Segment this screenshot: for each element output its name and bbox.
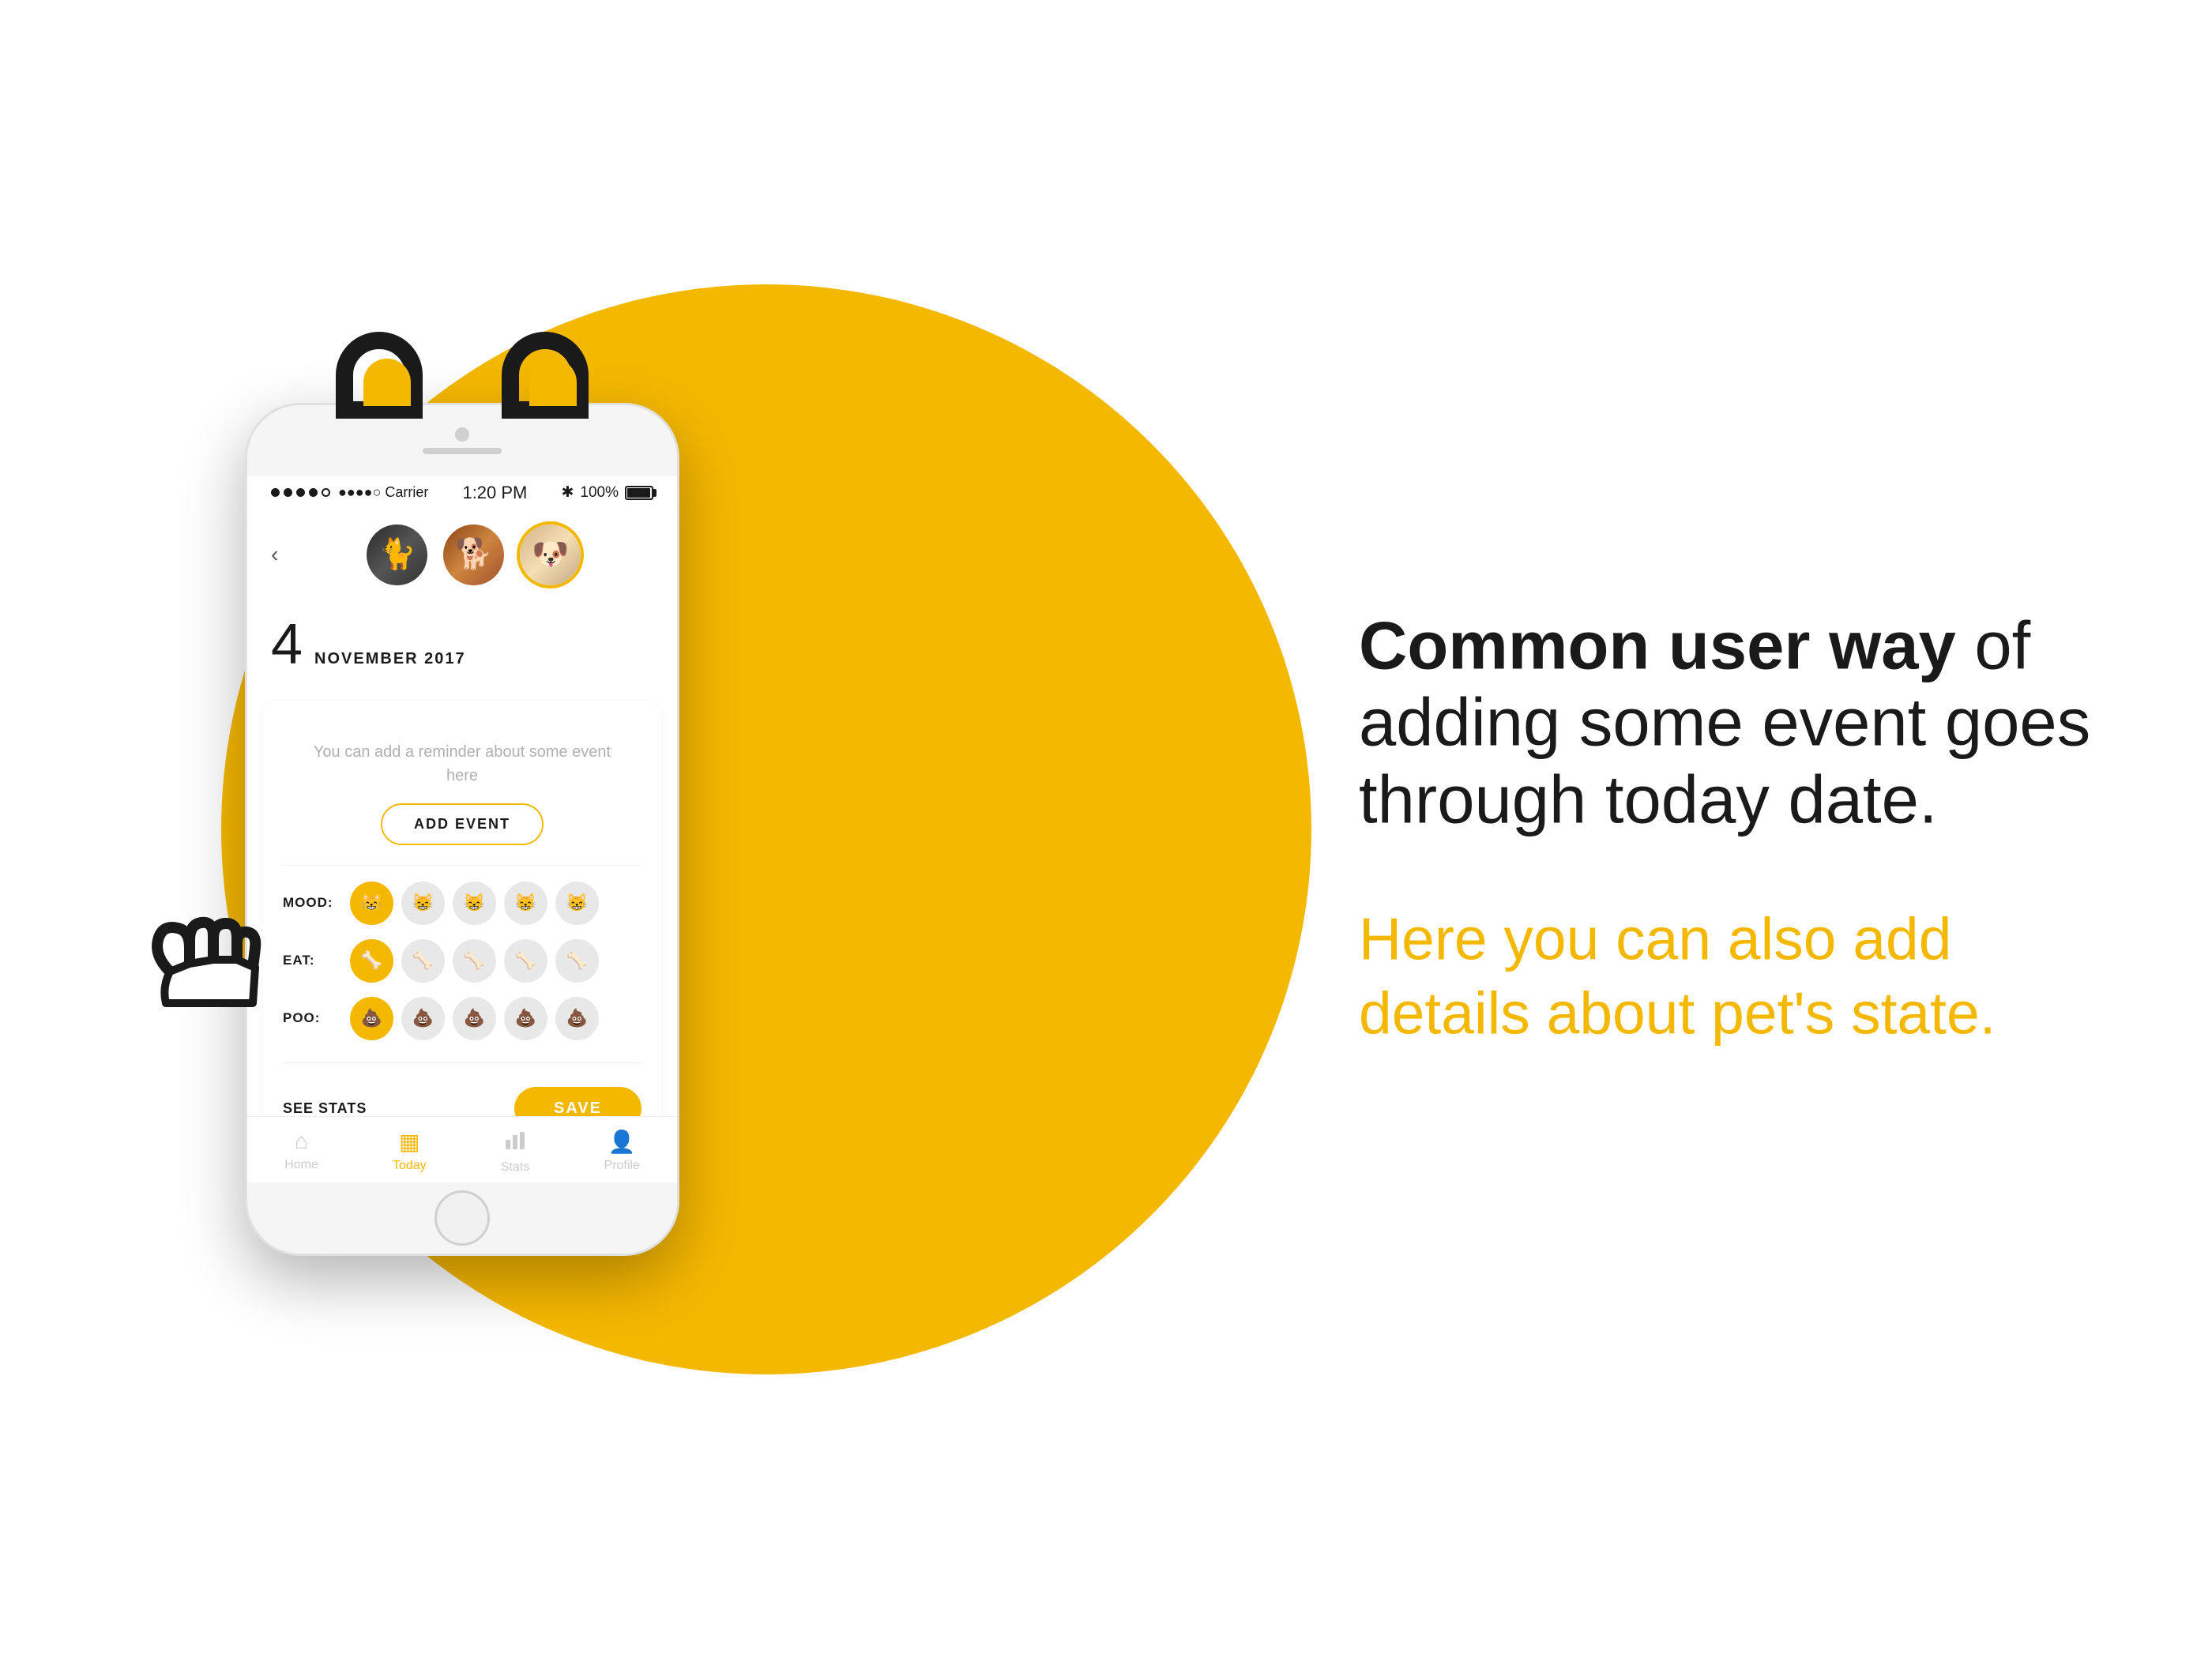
- eat-option-1[interactable]: 🦴: [350, 939, 393, 983]
- cat-ears-decoration: [312, 324, 612, 419]
- battery-area: ✱ 100%: [561, 483, 653, 502]
- mood-option-5[interactable]: 😸: [555, 882, 599, 925]
- eat-tracker-row: EAT: 🦴 🦴 🦴 🦴 🦴: [283, 939, 641, 983]
- profile-icon: 👤: [608, 1129, 636, 1155]
- back-button[interactable]: ‹: [271, 542, 278, 567]
- dog-avatar-image: 🐕: [443, 524, 504, 585]
- phone-screen: ●●●●○ Carrier 1:20 PM ✱ 100% ‹ 🐈: [247, 405, 677, 1254]
- left-ear-inner: [363, 359, 411, 406]
- right-ear: [502, 332, 589, 419]
- signal-dot-3: [296, 488, 305, 497]
- tracker-section: MOOD: 😸 😸 😸 😸 😸 EAT: 🦴: [283, 866, 641, 1062]
- signal-dot-5: [322, 488, 330, 497]
- right-ear-inner: [529, 359, 577, 406]
- mood-option-1[interactable]: 😸: [350, 882, 393, 925]
- mood-options: 😸 😸 😸 😸 😸: [350, 882, 641, 925]
- poo-tracker-row: POO: 💩 💩 💩 💩 💩: [283, 997, 641, 1040]
- home-label: Home: [284, 1158, 318, 1172]
- cat-avatar-image: 🐈: [367, 524, 427, 585]
- stats-label: Stats: [501, 1160, 529, 1175]
- pet-avatar-puppy[interactable]: 🐶: [517, 521, 584, 588]
- carrier-label: ●●●●○ Carrier: [338, 484, 428, 501]
- battery-percent: 100%: [580, 484, 619, 502]
- poo-option-4[interactable]: 💩: [504, 997, 547, 1040]
- today-label: Today: [393, 1159, 427, 1173]
- reminder-section: You can add a reminder about some event …: [283, 724, 641, 866]
- see-stats-button[interactable]: SEE STATS: [283, 1100, 367, 1117]
- date-day: 4: [271, 616, 303, 673]
- pet-avatar-dog[interactable]: 🐕: [440, 521, 507, 588]
- reminder-text: You can add a reminder about some event …: [299, 740, 626, 788]
- stats-icon: [504, 1129, 526, 1156]
- eat-option-4[interactable]: 🦴: [504, 939, 547, 983]
- main-heading: Common user way of adding some event goe…: [1359, 607, 2117, 839]
- nav-home[interactable]: ⌂ Home: [284, 1129, 318, 1175]
- profile-label: Profile: [604, 1159, 640, 1173]
- pet-avatar-list: 🐈 🐕 🐶: [294, 521, 653, 588]
- mood-option-4[interactable]: 😸: [504, 882, 547, 925]
- home-button[interactable]: [434, 1190, 490, 1246]
- today-icon: ▦: [399, 1129, 419, 1155]
- eat-label: EAT:: [283, 953, 338, 968]
- app-header: ‹ 🐈 🐕 🐶: [247, 509, 677, 604]
- date-section: 4 NOVEMBER 2017: [247, 604, 677, 689]
- eat-option-3[interactable]: 🦴: [453, 939, 496, 983]
- pet-avatar-cat[interactable]: 🐈: [363, 521, 431, 588]
- nav-stats[interactable]: Stats: [501, 1129, 529, 1175]
- left-ear: [336, 332, 423, 419]
- phone-bottom-bezel: [247, 1182, 677, 1254]
- nav-today[interactable]: ▦ Today: [393, 1129, 427, 1175]
- phone-camera: [455, 427, 469, 442]
- mood-label: MOOD:: [283, 895, 338, 911]
- main-content-card: You can add a reminder about some event …: [263, 701, 661, 1150]
- heading-bold: Common user way: [1359, 608, 1956, 683]
- poo-option-3[interactable]: 💩: [453, 997, 496, 1040]
- bluetooth-icon: ✱: [561, 483, 574, 502]
- poo-label: POO:: [283, 1010, 338, 1026]
- battery-icon: [625, 486, 653, 500]
- date-month-year: NOVEMBER 2017: [314, 650, 466, 668]
- right-panel: Common user way of adding some event goe…: [1264, 560, 2212, 1098]
- poo-option-5[interactable]: 💩: [555, 997, 599, 1040]
- eat-option-5[interactable]: 🦴: [555, 939, 599, 983]
- phone-speaker: [423, 448, 502, 454]
- poo-options: 💩 💩 💩 💩 💩: [350, 997, 641, 1040]
- sub-heading: Here you can also add details about pet'…: [1359, 902, 2117, 1051]
- clock: 1:20 PM: [462, 483, 527, 503]
- eat-option-2[interactable]: 🦴: [401, 939, 445, 983]
- add-event-button[interactable]: ADD EVENT: [381, 803, 544, 845]
- status-bar: ●●●●○ Carrier 1:20 PM ✱ 100%: [247, 476, 677, 509]
- phone-frame: ●●●●○ Carrier 1:20 PM ✱ 100% ‹ 🐈: [245, 403, 679, 1256]
- mood-option-2[interactable]: 😸: [401, 882, 445, 925]
- poo-option-1[interactable]: 💩: [350, 997, 393, 1040]
- home-icon: ⌂: [295, 1129, 308, 1154]
- phone-mockup: ●●●●○ Carrier 1:20 PM ✱ 100% ‹ 🐈: [245, 403, 679, 1256]
- signal-dot-1: [271, 488, 280, 497]
- divider: [283, 1062, 641, 1063]
- battery-fill: [627, 488, 650, 498]
- bottom-navigation: ⌂ Home ▦ Today Stats: [247, 1116, 677, 1182]
- nav-profile[interactable]: 👤 Profile: [604, 1129, 640, 1175]
- signal-dot-2: [284, 488, 292, 497]
- poo-option-2[interactable]: 💩: [401, 997, 445, 1040]
- eat-options: 🦴 🦴 🦴 🦴 🦴: [350, 939, 641, 983]
- puppy-avatar-image: 🐶: [520, 524, 581, 585]
- mood-tracker-row: MOOD: 😸 😸 😸 😸 😸: [283, 882, 641, 925]
- signal-dot-4: [309, 488, 318, 497]
- mood-option-3[interactable]: 😸: [453, 882, 496, 925]
- paw-decoration: [122, 893, 280, 1055]
- signal-area: ●●●●○ Carrier: [271, 484, 428, 501]
